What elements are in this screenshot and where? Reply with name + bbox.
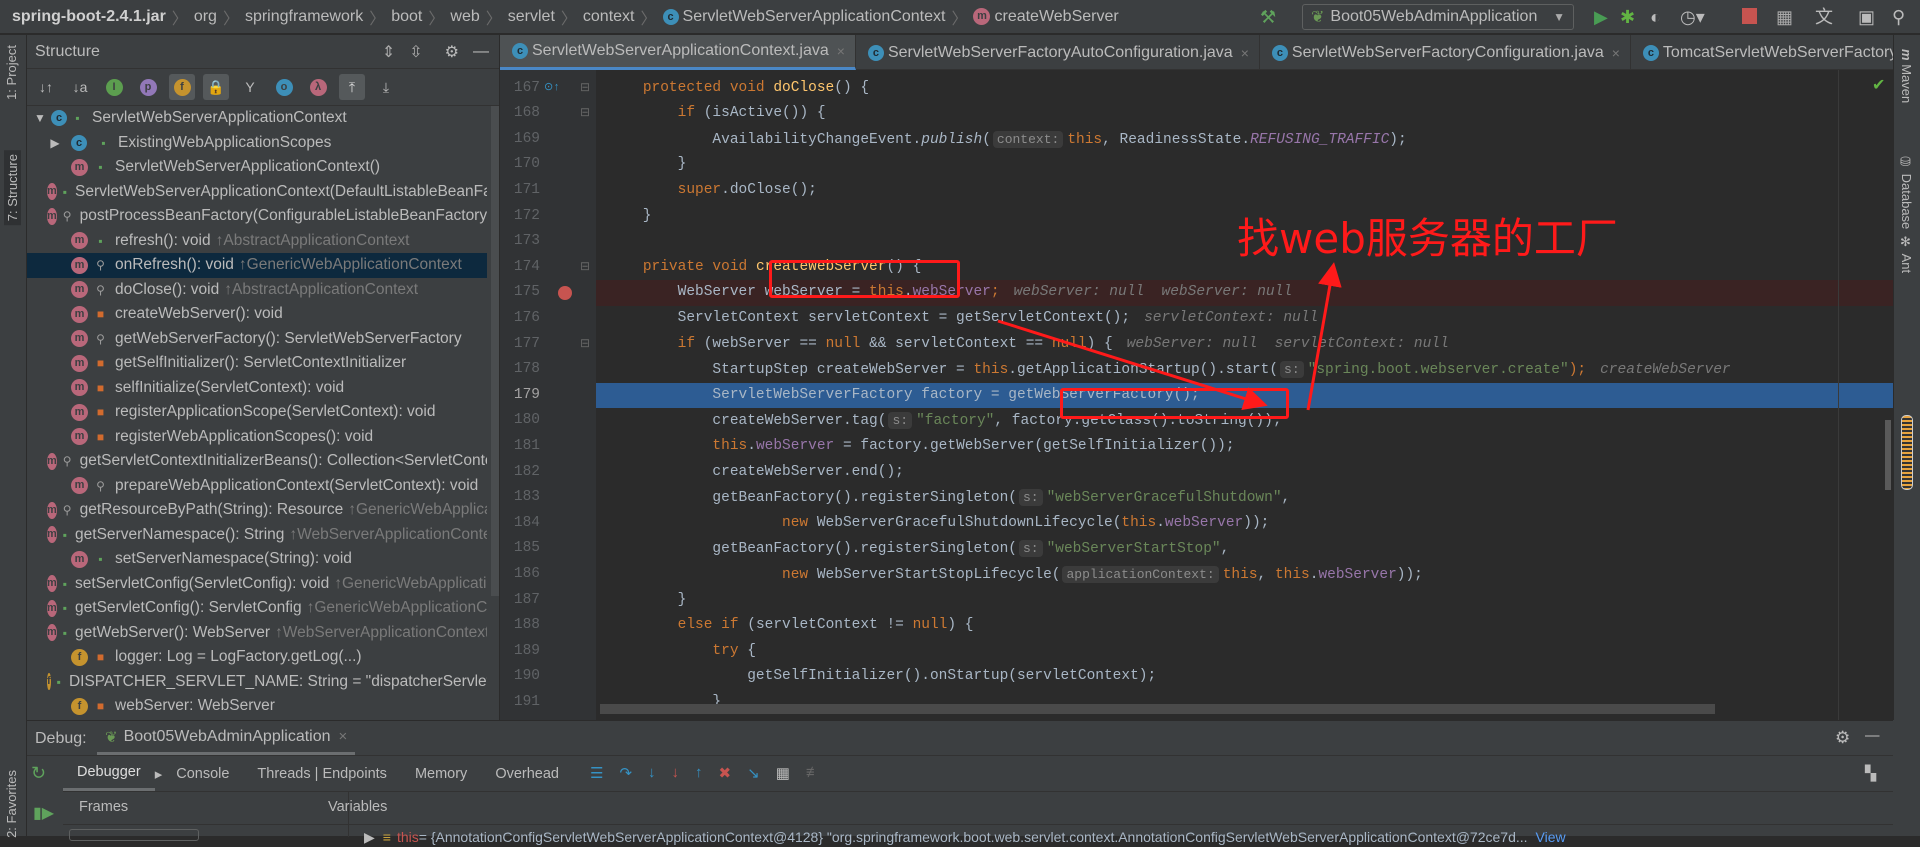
debug-session-label: Boot05WebAdminApplication: [123, 727, 331, 745]
thread-selector[interactable]: [69, 829, 199, 841]
debug-panel: Debug: ❦ Boot05WebAdminApplication × ⚙ —…: [27, 720, 1893, 845]
variable-row[interactable]: ▶ ≡ this = {AnnotationConfigServletWebSe…: [364, 827, 1884, 847]
run-to-cursor-icon[interactable]: ↘: [747, 764, 760, 782]
debug-tab-overhead[interactable]: Overhead: [481, 758, 573, 790]
resume-icon[interactable]: ▮▶: [33, 803, 54, 823]
debug-tabs: Debugger ▸ Console Threads | Endpoints Memo…: [63, 756, 573, 791]
evaluate-expression-icon[interactable]: ▦: [776, 764, 790, 782]
debug-tab-console[interactable]: Console: [162, 758, 243, 790]
arrow-to-annotation: [1306, 262, 1342, 411]
frames-header: Frames: [79, 799, 129, 815]
variable-value: = {AnnotationConfigServletWebServerAppli…: [418, 829, 1528, 845]
show-execution-point-icon[interactable]: ☰: [590, 764, 603, 782]
annotation-arrows: [997, 262, 1342, 411]
trace-icon[interactable]: ≢: [806, 764, 821, 782]
debug-step-toolbar: ☰ ↷ ↓ ↓ ↑ ✖ ↘ ▦ ≢: [590, 764, 821, 782]
view-link[interactable]: View: [1536, 829, 1566, 845]
debug-tab-memory[interactable]: Memory: [401, 758, 481, 790]
console-icon: ▸: [154, 765, 163, 783]
layout-icon[interactable]: ▚: [1865, 766, 1876, 782]
right-tool-strip-bottom: [1893, 720, 1920, 836]
debug-session-tab[interactable]: ❦ Boot05WebAdminApplication ×: [97, 721, 356, 755]
drop-frame-icon[interactable]: ✖: [719, 764, 732, 782]
debug-tab-threads-endpoints[interactable]: Threads | Endpoints: [243, 758, 401, 790]
field-icon: ≡: [382, 829, 391, 845]
variables-header: Variables: [328, 799, 388, 815]
expand-arrow-icon[interactable]: ▶: [364, 829, 375, 846]
arrow-to-factory: [997, 319, 1268, 411]
step-into-icon[interactable]: ↓: [648, 764, 656, 782]
debug-label: Debug:: [35, 730, 87, 747]
step-out-icon[interactable]: ↑: [695, 764, 703, 782]
minimize-icon[interactable]: —: [1865, 728, 1880, 744]
force-step-into-icon[interactable]: ↓: [672, 764, 680, 782]
rerun-icon[interactable]: ↻: [31, 763, 46, 784]
debug-tab-debugger[interactable]: Debugger: [63, 756, 155, 791]
variable-name: this: [396, 829, 419, 845]
spring-boot-icon: ❦: [105, 728, 118, 746]
gear-icon[interactable]: ⚙: [1835, 728, 1850, 748]
close-icon[interactable]: ×: [339, 728, 348, 745]
step-over-icon[interactable]: ↷: [619, 764, 632, 782]
